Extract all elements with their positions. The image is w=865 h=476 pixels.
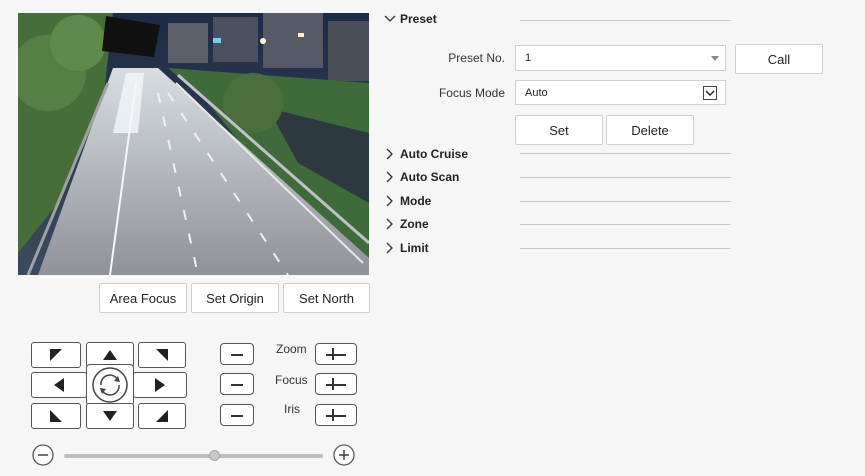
chevron-down-icon [384,15,396,22]
preset-no-value: 1 [525,52,532,64]
divider [520,248,731,249]
call-button[interactable]: Call [735,44,823,74]
focus-mode-value: Auto [525,86,548,99]
arrow-left-icon [54,378,64,392]
arrow-up-icon [103,350,117,360]
focus-far-button[interactable] [315,373,357,395]
set-preset-button[interactable]: Set [515,115,603,145]
ptz-left-button[interactable] [31,372,87,398]
section-auto-cruise[interactable]: Auto Cruise [384,146,734,164]
ptz-down-right-button[interactable] [138,403,186,429]
area-focus-button[interactable]: Area Focus [99,283,187,313]
ptz-down-left-button[interactable] [31,403,81,429]
zoom-label: Zoom [276,342,307,356]
speed-increase-icon[interactable] [332,443,356,467]
zoom-in-button[interactable] [315,343,357,365]
ptz-up-left-button[interactable] [31,342,81,368]
set-north-button[interactable]: Set North [283,283,370,313]
divider [520,177,731,178]
ptz-down-button[interactable] [86,403,134,429]
arrow-down-icon [103,411,117,421]
section-title: Auto Scan [400,170,460,184]
divider [520,20,731,21]
divider [520,224,731,225]
section-limit[interactable]: Limit [384,240,734,258]
divider [520,201,731,202]
caret-down-icon [711,56,719,61]
arrow-down-left-icon [50,410,62,422]
arrow-down-right-icon [156,410,168,422]
ptz-up-right-button[interactable] [138,342,186,368]
chevron-right-icon [386,195,393,207]
section-mode[interactable]: Mode [384,193,734,211]
live-video-view[interactable] [18,13,369,275]
set-origin-button[interactable]: Set Origin [191,283,279,313]
focus-label: Focus [275,373,308,387]
divider [520,153,731,154]
zoom-out-button[interactable] [220,343,254,365]
chevron-right-icon [386,148,393,160]
chevron-right-icon [386,218,393,230]
section-auto-scan[interactable]: Auto Scan [384,169,734,187]
arrow-right-icon [155,378,165,392]
delete-preset-button[interactable]: Delete [606,115,694,145]
street-scene-image [18,13,369,275]
chevron-down-icon [703,86,717,100]
section-title: Limit [400,241,429,255]
auto-rotate-icon [92,367,128,403]
arrow-up-right-icon [156,349,168,361]
section-title: Auto Cruise [400,147,469,161]
focus-mode-select[interactable]: Auto [515,80,726,105]
speed-slider-thumb[interactable] [208,450,220,461]
preset-no-label: Preset No. [448,51,505,65]
section-zone[interactable]: Zone [384,216,734,234]
arrow-up-left-icon [50,349,62,361]
speed-decrease-icon[interactable] [31,443,55,467]
ptz-auto-rotate-button[interactable] [86,364,134,406]
chevron-right-icon [386,242,393,254]
iris-label: Iris [284,402,300,416]
focus-near-button[interactable] [220,373,254,395]
iris-open-button[interactable] [315,404,357,426]
preset-no-select[interactable]: 1 [515,45,726,71]
focus-mode-label: Focus Mode [438,86,505,100]
chevron-right-icon [386,171,393,183]
iris-close-button[interactable] [220,404,254,426]
section-title: Zone [400,217,429,231]
speed-slider-track[interactable] [64,454,323,458]
section-title: Mode [400,194,432,208]
preset-title: Preset [400,12,437,26]
ptz-right-button[interactable] [133,372,187,398]
